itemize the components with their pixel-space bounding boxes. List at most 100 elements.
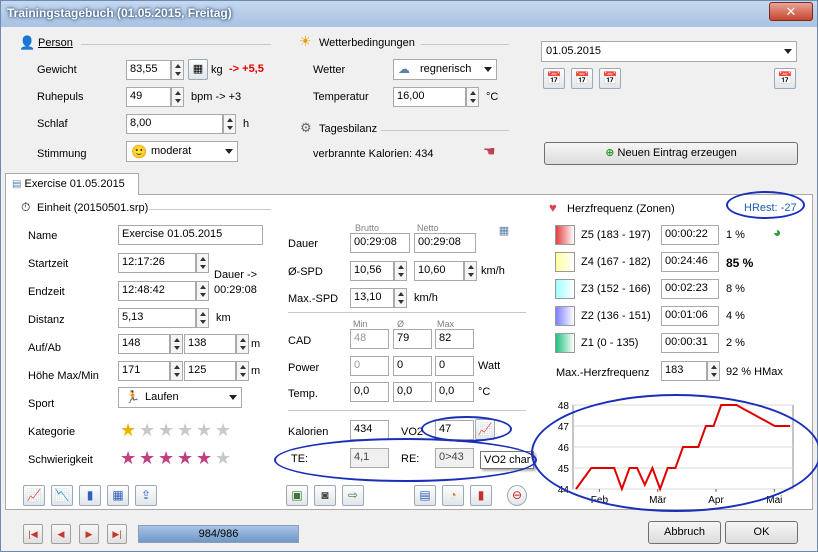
first-record-button[interactable]: |◀	[23, 524, 43, 544]
delete-icon[interactable]: ⊖	[507, 485, 527, 506]
zone-time-input[interactable]: 00:00:22	[661, 225, 719, 245]
calendar-next-icon[interactable]: 📅	[599, 68, 621, 89]
up-input[interactable]: 148	[118, 334, 170, 354]
power-max-input[interactable]: 0	[435, 356, 474, 376]
temp-min-input[interactable]: 0,0	[350, 382, 389, 402]
start-input[interactable]: 12:17:26	[118, 253, 196, 273]
height-min-input[interactable]: 125	[184, 361, 236, 381]
power-min-input[interactable]: 0	[350, 356, 389, 376]
temp-avg-input[interactable]: 0,0	[393, 382, 432, 402]
zone-time-input[interactable]: 00:00:31	[661, 333, 719, 353]
heart-icon: ♥	[549, 200, 557, 215]
rss-icon[interactable]: ◔	[442, 485, 464, 506]
avg-speed-netto-spinner[interactable]	[464, 261, 477, 281]
sleep-input[interactable]: 8,00	[126, 114, 223, 134]
ok-button[interactable]: OK	[725, 521, 798, 544]
temperature-input[interactable]: 16,00	[393, 87, 466, 107]
star-icon[interactable]: ★	[177, 449, 193, 467]
table-icon[interactable]: ▦	[107, 485, 129, 506]
avg-speed-brutto-input[interactable]: 10,56	[350, 261, 394, 281]
duration-brutto-input[interactable]: 00:29:08	[350, 233, 410, 253]
temperature-spinner[interactable]	[466, 87, 479, 107]
table-small-icon[interactable]: ▦	[495, 224, 513, 241]
new-entry-button[interactable]: ⊕ Neuen Eintrag erzeugen	[544, 142, 798, 165]
star-icon[interactable]: ★	[215, 449, 231, 467]
height-min-spinner[interactable]	[236, 361, 249, 381]
calendar-edit-icon[interactable]: 📅	[774, 68, 796, 89]
sleep-spinner[interactable]	[223, 114, 236, 134]
zone-time-input[interactable]: 00:02:23	[661, 279, 719, 299]
temp-unit: °C	[478, 386, 491, 398]
star-icon[interactable]: ★	[158, 421, 174, 439]
close-button[interactable]: ✕	[769, 2, 813, 21]
sport-select[interactable]: 🏃 Laufen	[118, 387, 242, 408]
image-icon[interactable]: ▣	[286, 485, 308, 506]
distance-input[interactable]: 5,13	[118, 308, 196, 328]
calendar-prev-icon[interactable]: 📅	[543, 68, 565, 89]
distance-spinner[interactable]	[196, 308, 209, 328]
tab-exercise[interactable]: ▤ Exercise 01.05.2015	[5, 173, 139, 195]
difficulty-label: Schwierigkeit	[28, 454, 93, 466]
star-icon[interactable]: ★	[120, 449, 136, 467]
zone-time-input[interactable]: 00:01:06	[661, 306, 719, 326]
power-avg-input[interactable]: 0	[393, 356, 432, 376]
height-max-spinner[interactable]	[170, 361, 183, 381]
cad-avg-input[interactable]: 79	[393, 329, 432, 349]
avg-speed-brutto-spinner[interactable]	[394, 261, 407, 281]
cad-max-input[interactable]: 82	[435, 329, 474, 349]
weight-spinner[interactable]	[171, 60, 184, 80]
trend-chart-alt-icon[interactable]: 📉	[51, 485, 73, 506]
trend-chart-icon[interactable]: 📈	[23, 485, 45, 506]
star-icon[interactable]: ★	[196, 449, 212, 467]
export-icon[interactable]: ⇨	[342, 485, 364, 506]
max-hr-input[interactable]: 183	[661, 361, 707, 381]
max-speed-input[interactable]: 13,10	[350, 288, 394, 308]
zone-time-input[interactable]: 00:24:46	[661, 252, 719, 272]
max-speed-spinner[interactable]	[394, 288, 407, 308]
pulse-input[interactable]: 49	[126, 87, 171, 107]
hand-icon[interactable]: ☚	[483, 143, 496, 160]
height-max-input[interactable]: 171	[118, 361, 170, 381]
calendar-today-icon[interactable]: 📅	[571, 68, 593, 89]
upload-icon[interactable]: ⇪	[135, 485, 157, 506]
star-icon[interactable]: ★	[139, 421, 155, 439]
calculator-icon[interactable]: ▦	[188, 59, 208, 80]
star-icon[interactable]: ★	[177, 421, 193, 439]
down-spinner[interactable]	[236, 334, 249, 354]
pulse-spinner[interactable]	[171, 87, 184, 107]
cancel-button[interactable]: Abbruch	[648, 521, 721, 544]
last-record-button[interactable]: ▶|	[107, 524, 127, 544]
end-input[interactable]: 12:48:42	[118, 281, 196, 301]
star-icon[interactable]: ★	[139, 449, 155, 467]
distance-unit: km	[216, 312, 231, 324]
zone-percent: 2 %	[726, 337, 745, 349]
star-icon[interactable]: ★	[196, 421, 212, 439]
weight-input[interactable]: 83,55	[126, 60, 171, 80]
end-spinner[interactable]	[196, 281, 209, 301]
star-icon[interactable]: ★	[158, 449, 174, 467]
mood-select[interactable]: 🙂 moderat	[126, 141, 238, 162]
document-icon[interactable]: ▤	[414, 485, 436, 506]
avg-speed-netto-input[interactable]: 10,60	[414, 261, 464, 281]
bar-chart-icon[interactable]: ▮	[79, 485, 101, 506]
weather-select[interactable]: ☁ regnerisch	[393, 59, 497, 80]
up-spinner[interactable]	[170, 334, 183, 354]
name-input[interactable]: Exercise 01.05.2015	[118, 225, 263, 245]
pie-chart-icon[interactable]: ◕	[773, 224, 781, 240]
calories-input[interactable]: 434	[350, 420, 389, 440]
chart-add-icon[interactable]: ▮	[470, 485, 492, 506]
camera-icon[interactable]: ◙	[314, 485, 336, 506]
start-spinner[interactable]	[196, 253, 209, 273]
max-hr-spinner[interactable]	[707, 361, 720, 381]
star-icon[interactable]: ★	[120, 421, 136, 439]
temp-max-input[interactable]: 0,0	[435, 382, 474, 402]
star-icon[interactable]: ★	[215, 421, 231, 439]
duration-netto-input[interactable]: 00:29:08	[414, 233, 476, 253]
sleep-label: Schlaf	[37, 118, 68, 130]
temperature-label: Temperatur	[313, 91, 369, 103]
down-input[interactable]: 138	[184, 334, 236, 354]
next-record-button[interactable]: ▶	[79, 524, 99, 544]
prev-record-button[interactable]: ◀	[51, 524, 71, 544]
date-select[interactable]: 01.05.2015	[541, 41, 797, 62]
cad-min-input[interactable]: 48	[350, 329, 389, 349]
